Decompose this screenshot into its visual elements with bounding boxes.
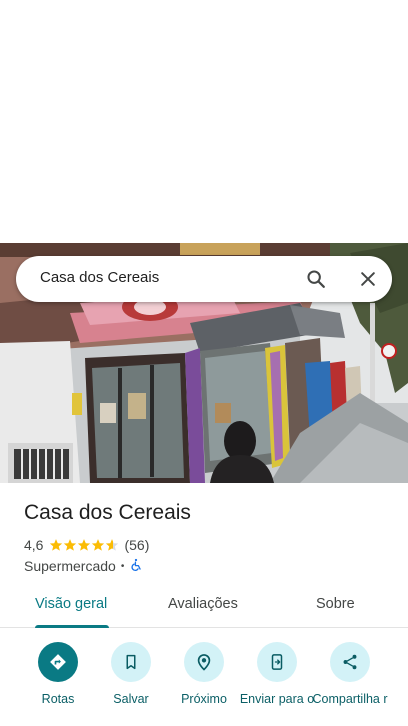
nearby-button[interactable]: Próximo (164, 642, 244, 706)
save-button[interactable]: Salvar (91, 642, 171, 706)
category-label: Supermercado (24, 558, 116, 574)
star-icon (92, 539, 105, 551)
tab-about[interactable]: Sobre (316, 596, 355, 612)
search-input[interactable]: Casa dos Cereais (40, 269, 159, 286)
directions-button[interactable]: Rotas (18, 642, 98, 706)
tab-overview[interactable]: Visão geral (35, 596, 107, 612)
search-icon[interactable] (302, 265, 330, 293)
share-button[interactable]: Compartilha r (310, 642, 390, 706)
directions-label: Rotas (41, 692, 75, 706)
bookmark-icon (111, 642, 151, 682)
share-icon (330, 642, 370, 682)
share-label: Compartilha r (312, 692, 388, 706)
rating-row[interactable]: 4,6 (56) (24, 536, 149, 554)
review-count: (56) (124, 537, 150, 553)
send-to-phone-button[interactable]: Enviar para o (237, 642, 317, 706)
tab-reviews[interactable]: Avaliações (168, 596, 238, 612)
send-to-phone-label: Enviar para o (239, 692, 315, 706)
star-icon (78, 539, 91, 551)
star-rating (49, 538, 119, 552)
nearby-icon (184, 642, 224, 682)
blank-area (0, 0, 408, 243)
star-icon (64, 539, 77, 551)
search-bar[interactable]: Casa dos Cereais (16, 256, 392, 302)
send-to-phone-icon (257, 642, 297, 682)
category-row: Supermercado • (24, 557, 143, 575)
directions-icon (38, 642, 78, 682)
wheelchair-icon (129, 558, 143, 575)
half-star-icon (106, 539, 119, 551)
close-icon[interactable] (354, 265, 382, 293)
star-icon (50, 539, 63, 551)
place-tabs: Visão geral Avaliações Sobre (0, 586, 408, 628)
place-title: Casa dos Cereais (24, 501, 191, 524)
separator: • (120, 560, 125, 572)
action-bar: Rotas Salvar Próximo Enviar para o Compa… (0, 640, 408, 726)
nearby-label: Próximo (181, 692, 227, 706)
rating-value: 4,6 (24, 537, 44, 553)
save-label: Salvar (113, 692, 149, 706)
active-tab-indicator (35, 625, 109, 628)
